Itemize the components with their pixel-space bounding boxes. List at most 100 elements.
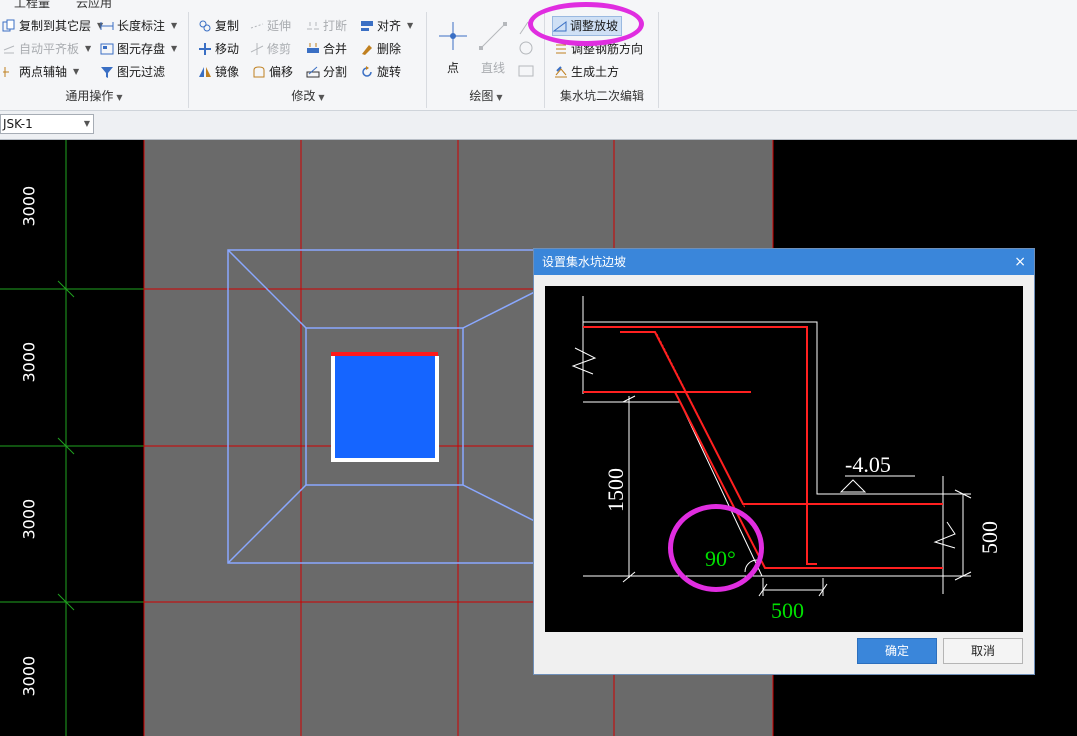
length-dim-icon [100,19,114,33]
offset-button[interactable]: 偏移 [252,62,293,82]
gen-earthwork-button[interactable]: 生成土方 [554,62,619,82]
chevron-down-icon: ▼ [85,44,92,53]
offset-label: 偏移 [269,65,294,79]
trim-button[interactable]: 修剪 [250,39,291,59]
copy-to-floor-button[interactable]: 复制到其它层 ▼ [2,16,103,36]
chevron-down-icon: ▼ [116,93,123,102]
cancel-button[interactable]: 取消 [943,638,1023,664]
element-selector-dropdown[interactable]: JSK-1 ▼ [0,114,94,134]
chevron-down-icon: ▼ [171,21,178,30]
line-button[interactable]: 直线 [476,16,510,75]
chevron-down-icon: ▼ [496,93,503,102]
highlight-ring-adjust-slope [528,2,644,46]
copy-button[interactable]: 复制 [198,16,239,36]
break-button[interactable]: 打断 [306,16,347,36]
break-icon [306,19,320,33]
copy-floor-icon [2,19,16,33]
merge-icon [306,42,320,56]
length-dim-button[interactable]: 长度标注 ▼ [100,16,177,36]
chevron-down-icon: ▼ [83,119,90,128]
merge-label: 合并 [323,42,348,56]
point-label: 点 [446,61,459,75]
axis-dim-label: 3000 [19,185,39,227]
chevron-down-icon: ▼ [407,21,414,30]
elevation-value: -4.05 [845,452,891,477]
element-save-button[interactable]: 图元存盘 ▼ [100,39,177,59]
group-sump-edit-label: 集水坑二次编辑 [559,89,644,103]
split-label: 分割 [323,65,348,79]
axis-dim-label: 3000 [19,655,39,697]
align-button[interactable]: 对齐 ▼ [360,16,413,36]
axis-ticks [0,280,144,611]
filter-icon [100,65,114,79]
mirror-button[interactable]: 镜像 [198,62,239,82]
rotate-button[interactable]: 旋转 [360,62,401,82]
merge-button[interactable]: 合并 [306,39,347,59]
mirror-icon [198,65,212,79]
group-draw-label[interactable]: 绘图 ▼ [428,86,544,106]
group-modify: 复制 延伸 打断 对齐 ▼ 移动 修剪 合并 删除 镜像 偏移 分割 旋转 修改… [190,12,427,108]
section-outline [571,296,956,594]
offset-icon [252,65,266,79]
depth-value: 1500 [603,468,628,512]
point-button[interactable]: 点 [436,16,470,75]
element-filter-button[interactable]: 图元过滤 [100,62,165,82]
element-save-icon [100,42,114,56]
auto-align-slab-button[interactable]: 自动平齐板 ▼ [2,39,91,59]
element-selector-value: JSK-1 [3,117,33,131]
align-label: 对齐 [377,19,402,33]
tab-quantity[interactable]: 工程量 [14,0,50,9]
copy-to-floor-label: 复制到其它层 [19,19,92,33]
axis-dim-label: 3000 [19,498,39,540]
axis-icon [2,65,16,79]
move-icon [198,42,212,56]
chevron-down-icon: ▼ [73,67,80,76]
group-general-label[interactable]: 通用操作 ▼ [0,86,188,106]
point-icon [439,22,467,50]
trim-label: 修剪 [267,42,292,56]
two-point-axis-button[interactable]: 两点辅轴 ▼ [2,62,79,82]
rebar-dashed [656,333,746,509]
chevron-down-icon: ▼ [171,44,178,53]
sump-pit-body[interactable] [331,353,438,461]
close-icon[interactable]: × [1014,249,1026,275]
chevron-down-icon: ▼ [318,93,325,102]
slope-width-value[interactable]: 500 [771,598,804,623]
arc-icon[interactable] [519,21,529,35]
line-icon [479,22,507,50]
two-point-axis-label: 两点辅轴 [19,65,68,79]
ok-button[interactable]: 确定 [857,638,937,664]
slope-section-drawing: -4.05 1500 90° 500 500 [571,296,1002,623]
split-icon [306,65,320,79]
element-save-label: 图元存盘 [117,42,166,56]
dialog-titlebar[interactable]: 设置集水坑边坡 × [534,249,1034,275]
element-toolbar: JSK-1 ▼ [0,111,1077,140]
trim-icon [250,42,264,56]
mirror-label: 镜像 [215,65,240,79]
break-label: 打断 [323,19,348,33]
dialog-title: 设置集水坑边坡 [542,255,627,269]
move-button[interactable]: 移动 [198,39,239,59]
earthwork-icon [554,65,568,79]
slope-preview-diagram: -4.05 1500 90° 500 500 [545,286,1023,632]
circle-icon[interactable] [519,41,533,55]
ribbon-tabs: 工程量 云应用 [0,0,1077,9]
group-modify-label[interactable]: 修改 ▼ [190,86,426,106]
tab-cloud-app[interactable]: 云应用 [76,0,112,9]
slope-settings-dialog: 设置集水坑边坡 × -4.05 1500 90° 500 500 确定 取消 [533,248,1035,675]
auto-align-slab-label: 自动平齐板 [19,42,80,56]
copy-label: 复制 [215,19,240,33]
split-button[interactable]: 分割 [306,62,347,82]
axis-dim-label: 3000 [19,341,39,383]
length-dim-label: 长度标注 [117,19,166,33]
element-filter-label: 图元过滤 [117,65,166,79]
copy-icon [198,19,212,33]
extend-label: 延伸 [267,19,292,33]
align-icon [360,19,374,33]
delete-button[interactable]: 删除 [360,39,401,59]
move-label: 移动 [215,42,240,56]
step-height-value: 500 [977,521,1002,554]
rect-icon[interactable] [518,65,534,77]
extend-button[interactable]: 延伸 [250,16,291,36]
rotate-label: 旋转 [377,65,402,79]
